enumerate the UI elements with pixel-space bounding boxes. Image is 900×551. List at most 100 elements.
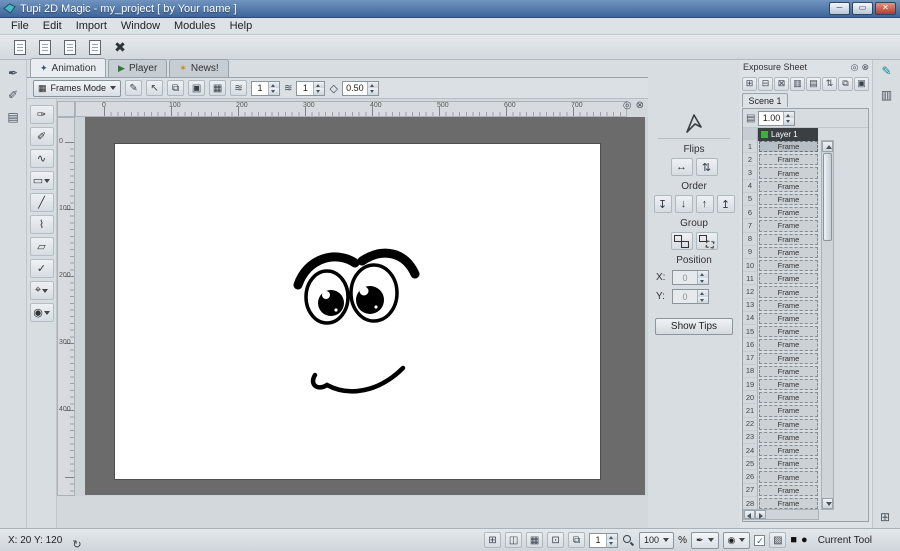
insert-frame-button[interactable]: ▥ <box>790 77 805 91</box>
frame-row[interactable]: 22Frame <box>743 418 819 431</box>
notes-dock-icon[interactable]: ▥ <box>881 88 892 102</box>
paste-frame-button[interactable]: ▣ <box>854 77 869 91</box>
scene-tab[interactable]: Scene 1 <box>742 93 788 107</box>
frame-cell[interactable]: Frame <box>759 471 818 482</box>
menu-file[interactable]: File <box>4 19 36 33</box>
frame-cell[interactable]: Frame <box>759 326 818 337</box>
lock-frame-button[interactable]: ⊠ <box>774 77 789 91</box>
frame-cell[interactable]: Frame <box>759 247 818 258</box>
frame-cell[interactable]: Frame <box>759 154 818 165</box>
select-button[interactable]: ↖ <box>146 80 163 96</box>
spline-tool-button[interactable]: ∿ <box>30 149 54 168</box>
next-frames-input[interactable] <box>297 82 313 95</box>
y-position-spinner[interactable] <box>672 289 709 304</box>
copy-frame-button[interactable]: ⧉ <box>838 77 853 91</box>
flip-vertical-button[interactable]: ⇅ <box>696 158 718 176</box>
frame-cell[interactable]: Frame <box>759 234 818 245</box>
frame-row[interactable]: 25Frame <box>743 457 819 470</box>
titlebar[interactable]: Tupi 2D Magic - my_project [ by Your nam… <box>0 0 900 18</box>
frame-row[interactable]: 24Frame <box>743 444 819 457</box>
send-backwards-button[interactable]: ↓ <box>675 195 693 213</box>
insert-layer-button[interactable]: ⊞ <box>742 77 757 91</box>
frame-row[interactable]: 5Frame <box>743 193 819 206</box>
spin-down-button[interactable] <box>698 278 708 285</box>
frame-row[interactable]: 9Frame <box>743 246 819 259</box>
zoom-combobox[interactable]: 100 <box>639 532 674 549</box>
bring-to-front-button[interactable]: ↥ <box>717 195 735 213</box>
frame-row[interactable]: 7Frame <box>743 219 819 232</box>
frame-row[interactable]: 16Frame <box>743 338 819 351</box>
pen-width-combobox[interactable]: ✒ <box>691 532 719 549</box>
spin-down-button[interactable] <box>314 88 324 95</box>
vertical-scrollbar-thumb[interactable] <box>823 153 832 241</box>
frame-row[interactable]: 3Frame <box>743 166 819 179</box>
frame-cell[interactable]: Frame <box>759 220 818 231</box>
minimize-button[interactable]: ─ <box>829 2 850 15</box>
tab-news[interactable]: ✶ News! <box>169 59 228 77</box>
photos-dock-icon[interactable]: ▤ <box>7 110 18 124</box>
menu-help[interactable]: Help <box>223 19 260 33</box>
frame-row[interactable]: 8Frame <box>743 233 819 246</box>
frame-row[interactable]: 11Frame <box>743 272 819 285</box>
antialiasing-checkbox[interactable]: ✓ <box>754 535 765 546</box>
frames-horizontal-scrollbar[interactable] <box>743 509 819 520</box>
drawing-canvas[interactable] <box>115 144 600 479</box>
frame-cell[interactable]: Frame <box>759 313 818 324</box>
frame-cell[interactable]: Frame <box>759 141 818 152</box>
frames-vertical-scrollbar[interactable] <box>821 140 834 510</box>
frame-cell[interactable]: Frame <box>759 339 818 350</box>
menu-edit[interactable]: Edit <box>36 19 69 33</box>
show-grid-button[interactable]: ⊞ <box>484 532 501 548</box>
tab-player[interactable]: ▶ Player <box>108 59 167 77</box>
x-position-spinner[interactable] <box>672 270 709 285</box>
close-button[interactable]: ✕ <box>875 2 896 15</box>
frame-cell[interactable]: Frame <box>759 405 818 416</box>
frame-row[interactable]: 15Frame <box>743 325 819 338</box>
scroll-left-button[interactable] <box>744 510 755 519</box>
brush-style-combobox[interactable]: ◉ <box>723 532 751 549</box>
frame-cell[interactable]: Frame <box>759 353 818 364</box>
spin-down-button[interactable] <box>698 297 708 304</box>
close-panel-icon[interactable]: ⊗ <box>861 62 869 73</box>
fill-color-swatch[interactable]: ● <box>801 535 808 546</box>
rotation-input[interactable] <box>590 534 606 547</box>
onion-factor-input[interactable] <box>343 82 367 95</box>
spin-down-button[interactable] <box>607 540 617 547</box>
frame-cell[interactable]: Frame <box>759 458 818 469</box>
spin-down-button[interactable] <box>784 118 794 125</box>
nodes-tool-button[interactable]: ⌇ <box>30 215 54 234</box>
frame-cell[interactable]: Frame <box>759 167 818 178</box>
flip-horizontal-button[interactable]: ↔ <box>671 158 693 176</box>
texture-button[interactable]: ▨ <box>769 532 786 548</box>
frame-row[interactable]: 26Frame <box>743 470 819 483</box>
ungroup-button[interactable] <box>696 232 718 250</box>
visibility-tool-button[interactable]: ◉ <box>30 303 54 322</box>
frame-cell[interactable]: Frame <box>759 207 818 218</box>
frame-cell[interactable]: Frame <box>759 485 818 496</box>
shapes-tool-button[interactable]: ▭ <box>30 171 54 190</box>
grid-dock-icon[interactable]: ⊞ <box>880 510 890 524</box>
frame-row[interactable]: 6Frame <box>743 206 819 219</box>
new-project-button[interactable] <box>9 37 31 58</box>
undock-canvas-icon[interactable]: ◎ <box>623 100 632 111</box>
frame-row[interactable]: 17Frame <box>743 352 819 365</box>
pen-tool-button[interactable]: ✑ <box>30 105 54 124</box>
frame-cell[interactable]: Frame <box>759 194 818 205</box>
rotation-spinner[interactable] <box>589 533 618 548</box>
tab-animation[interactable]: ✦ Animation <box>30 58 106 77</box>
move-frame-button[interactable]: ⇅ <box>822 77 837 91</box>
frame-cell[interactable]: Frame <box>759 300 818 311</box>
group-button[interactable] <box>671 232 693 250</box>
frame-cell[interactable]: Frame <box>759 392 818 403</box>
eraser-tool-button[interactable]: ▱ <box>30 237 54 256</box>
contour-color-swatch[interactable]: ■ <box>790 535 797 546</box>
frames-mode-combobox[interactable]: ▦ Frames Mode <box>33 80 121 97</box>
send-to-back-button[interactable]: ↧ <box>654 195 672 213</box>
next-frames-spinner[interactable] <box>296 81 325 96</box>
frame-row[interactable]: 18Frame <box>743 365 819 378</box>
frame-row[interactable]: 2Frame <box>743 153 819 166</box>
close-canvas-icon[interactable]: ⊗ <box>636 100 644 111</box>
frame-row[interactable]: 19Frame <box>743 378 819 391</box>
frame-row[interactable]: 12Frame <box>743 285 819 298</box>
frame-cell[interactable]: Frame <box>759 366 818 377</box>
